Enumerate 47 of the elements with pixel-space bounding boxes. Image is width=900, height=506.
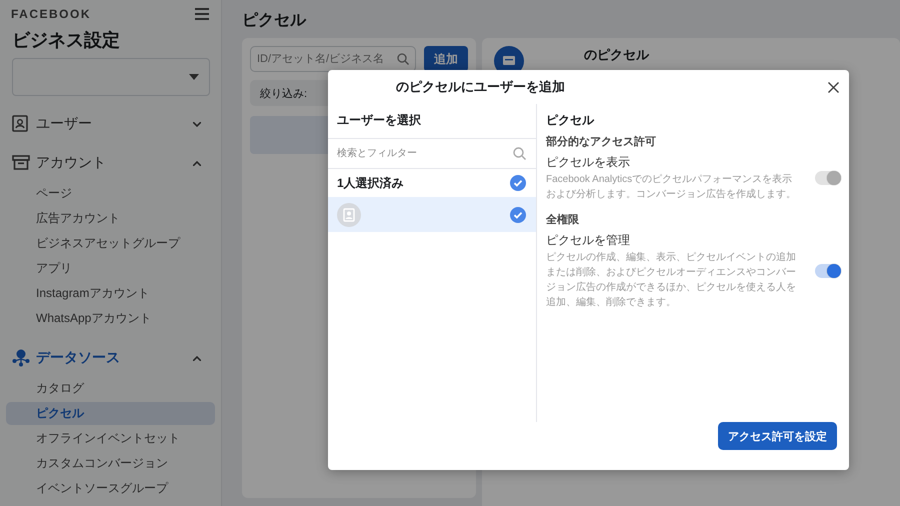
nav-item[interactable]: オフラインイベントセット — [6, 427, 215, 450]
nav-item[interactable]: ピクセル — [6, 402, 215, 425]
user-row[interactable] — [328, 197, 536, 232]
nav-item[interactable]: イベントソースグループ — [6, 477, 215, 500]
nav-item[interactable]: ビジネスアセットグループ — [6, 232, 215, 255]
avatar-icon — [337, 202, 361, 226]
search-icon — [397, 53, 409, 65]
brand-text: FACEBOOK — [11, 7, 92, 21]
network-nodes-icon — [12, 349, 30, 367]
nav-item[interactable]: WhatsAppアカウント — [6, 307, 215, 330]
permission-description: Facebook Analyticsでのピクセルパフォーマンスを表示および分析します。コンバージョン広告を作成します。 — [546, 172, 797, 202]
group-heading: 全権限 — [546, 212, 580, 228]
page-heading: ビジネス設定 — [11, 29, 121, 52]
filter-label: 絞り込み: — [260, 86, 308, 100]
nav-item[interactable]: Instagramアカウント — [6, 282, 215, 305]
checked-icon[interactable] — [510, 206, 526, 222]
checked-icon[interactable] — [510, 175, 526, 191]
close-icon[interactable] — [828, 82, 839, 92]
nav-item[interactable]: カタログ — [6, 377, 215, 400]
caret-icon — [189, 74, 199, 80]
archive-box-icon — [12, 154, 30, 172]
permission-description: ピクセルの作成、編集、表示、ピクセルイベントの追加または削除、およびピクセルオーディエンスやコンバージョン広告の作成ができるほか、ピクセルを使える人を追加、編集、削除できます。 — [546, 250, 797, 310]
chevron-up-icon[interactable] — [193, 160, 201, 166]
group-heading: 部分的なアクセス許可 — [546, 134, 657, 150]
detail-title: のピクセル — [584, 46, 649, 64]
page-title: ピクセル — [242, 11, 308, 31]
menu-icon[interactable] — [195, 8, 209, 20]
user-card-icon — [12, 115, 30, 133]
nav-item[interactable]: カスタムコンバージョン — [6, 452, 215, 475]
nav-section[interactable]: ユーザー — [36, 115, 193, 133]
search-icon — [513, 147, 526, 160]
chevron-up-icon[interactable] — [193, 356, 201, 360]
dialog-title: のピクセルにユーザーを追加 — [396, 78, 565, 96]
nav-item[interactable]: 広告アカウント — [6, 207, 215, 230]
nav-section[interactable]: アカウント — [36, 154, 193, 172]
panel-heading: ピクセル — [546, 112, 596, 129]
set-permissions-button[interactable]: アクセス許可を設定 — [718, 422, 837, 450]
nav-section[interactable]: データソース — [36, 349, 193, 367]
permission-title: ピクセルを表示 — [546, 154, 631, 171]
add-button[interactable]: 追加 — [424, 46, 468, 72]
chevron-down-icon[interactable] — [193, 122, 201, 126]
search-field[interactable]: ID/アセット名/ビジネス名 — [250, 46, 416, 72]
nav-item[interactable]: アプリ — [6, 257, 215, 280]
toggle-switch[interactable] — [815, 264, 841, 278]
nav-item[interactable]: ページ — [6, 182, 215, 205]
permission-title: ピクセルを管理 — [546, 232, 631, 249]
selected-count: 1人選択済み — [337, 174, 404, 192]
